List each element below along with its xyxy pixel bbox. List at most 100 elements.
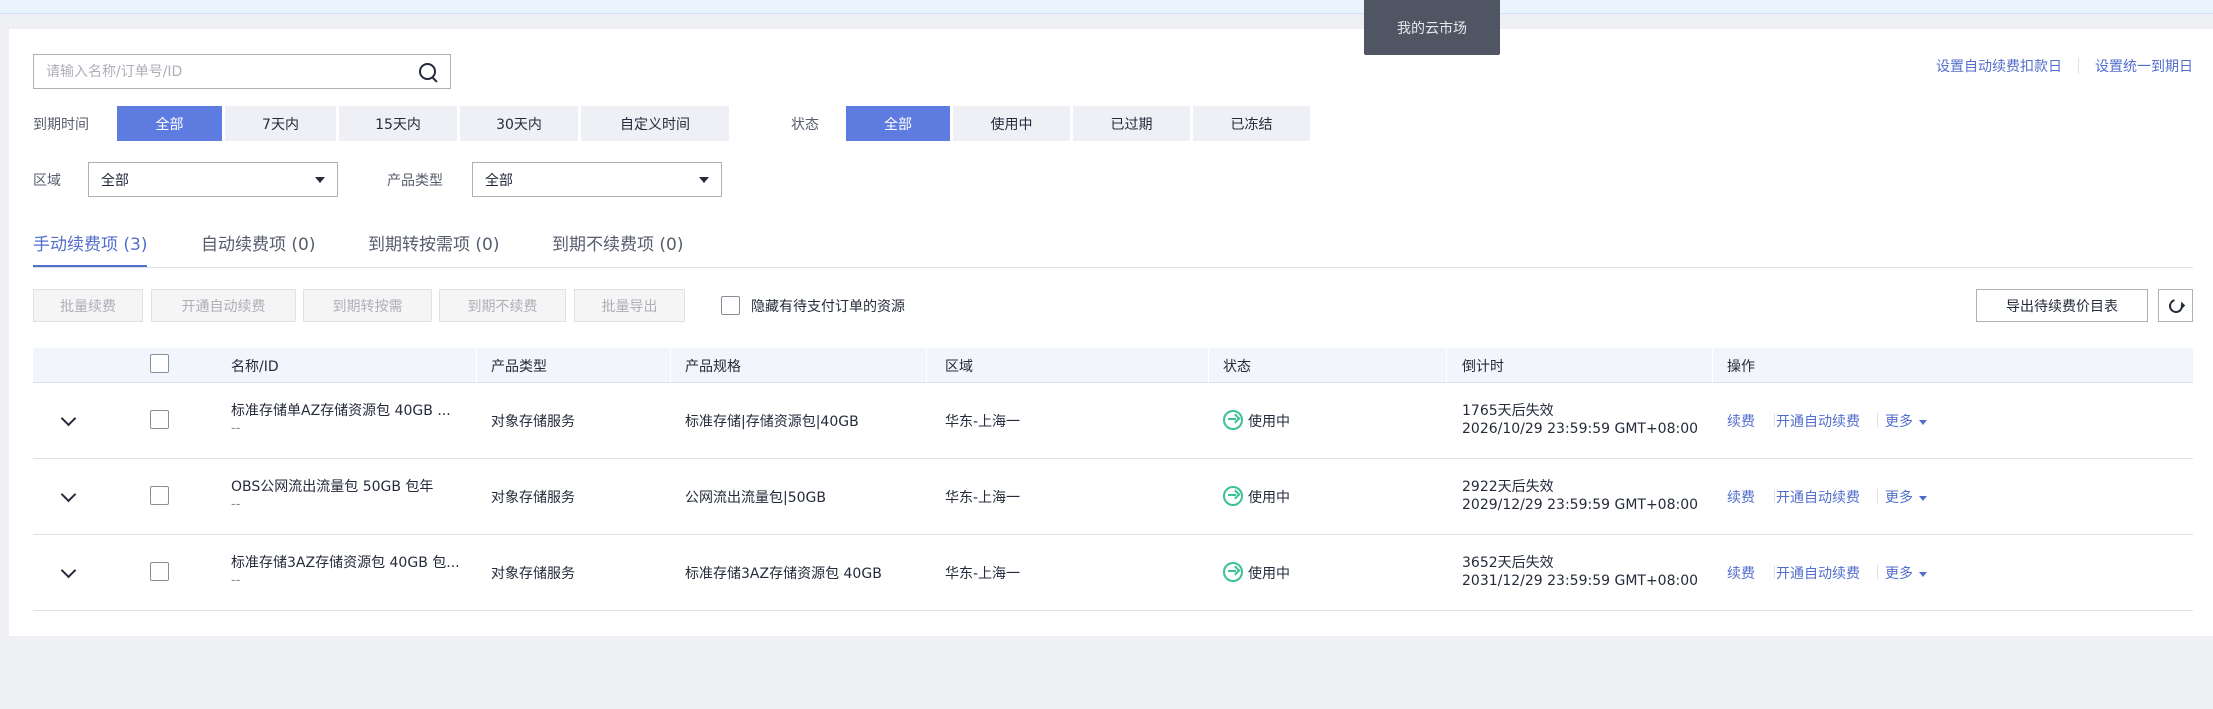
expand-chevron-icon[interactable] bbox=[60, 410, 77, 427]
more-dropdown[interactable]: 更多 bbox=[1885, 411, 1927, 431]
enable-auto-renew-button[interactable]: 开通自动续费 bbox=[151, 289, 296, 322]
expiry-filter: 全部 7天内 15天内 30天内 自定义时间 bbox=[117, 106, 732, 141]
renew-link[interactable]: 续费 bbox=[1727, 411, 1755, 431]
hide-pending-checkbox[interactable] bbox=[721, 296, 740, 315]
column-divider bbox=[1446, 348, 1447, 383]
expiry-time: 2026/10/29 23:59:59 GMT+08:00 bbox=[1462, 421, 1699, 437]
status-option-frozen[interactable]: 已冻结 bbox=[1193, 106, 1310, 141]
status-option-expired[interactable]: 已过期 bbox=[1073, 106, 1190, 141]
expiry-filter-label: 到期时间 bbox=[33, 117, 89, 133]
expiry-time: 2029/12/29 23:59:59 GMT+08:00 bbox=[1462, 497, 1699, 513]
search-box[interactable] bbox=[33, 54, 451, 89]
tab-manual-renew[interactable]: 手动续费项 (3) bbox=[33, 230, 148, 267]
region-select-value: 全部 bbox=[101, 172, 129, 189]
renew-link[interactable]: 续费 bbox=[1727, 487, 1755, 507]
status-check-icon bbox=[1223, 562, 1243, 582]
table-row: 标准存储3AZ存储资源包 40GB 包... -- 对象存储服务 标准存储3AZ… bbox=[33, 535, 2193, 611]
divider bbox=[1877, 489, 1878, 503]
select-all-checkbox[interactable] bbox=[150, 354, 169, 373]
product-spec: 公网流出流量包|50GB bbox=[685, 490, 826, 506]
resource-id: -- bbox=[231, 497, 241, 512]
renewal-tabs: 手动续费项 (3) 自动续费项 (0) 到期转按需项 (0) 到期不续费项 (0… bbox=[33, 226, 2193, 268]
refresh-button[interactable] bbox=[2158, 289, 2193, 322]
tab-auto-renew[interactable]: 自动续费项 (0) bbox=[201, 230, 315, 265]
set-unified-expiry-link[interactable]: 设置统一到期日 bbox=[2095, 56, 2193, 76]
search-icon[interactable] bbox=[418, 62, 438, 82]
export-price-list-button[interactable]: 导出待续费价目表 bbox=[1976, 289, 2148, 322]
tab-no-renew[interactable]: 到期不续费项 (0) bbox=[552, 230, 683, 265]
search-input[interactable] bbox=[46, 63, 418, 80]
chevron-down-icon bbox=[1919, 419, 1927, 425]
product-type-label: 产品类型 bbox=[387, 173, 443, 189]
expiry-time: 2031/12/29 23:59:59 GMT+08:00 bbox=[1462, 573, 1699, 589]
expiry-option-7days[interactable]: 7天内 bbox=[225, 106, 336, 141]
product-type-select[interactable]: 全部 bbox=[472, 162, 722, 197]
countdown: 3652天后失效 bbox=[1462, 555, 1554, 571]
refresh-icon bbox=[2165, 295, 2186, 316]
enable-auto-renew-link[interactable]: 开通自动续费 bbox=[1776, 411, 1860, 431]
status-text: 使用中 bbox=[1248, 414, 1290, 430]
resource-id: -- bbox=[231, 573, 241, 588]
batch-renew-button[interactable]: 批量续费 bbox=[33, 289, 143, 322]
expiry-option-all[interactable]: 全部 bbox=[117, 106, 222, 141]
chevron-down-icon bbox=[699, 176, 709, 183]
product-spec: 标准存储3AZ存储资源包 40GB bbox=[685, 566, 882, 582]
resource-id: -- bbox=[231, 421, 241, 436]
th-name-id: 名称/ID bbox=[231, 359, 279, 375]
status-text: 使用中 bbox=[1248, 566, 1290, 582]
more-dropdown[interactable]: 更多 bbox=[1885, 563, 1927, 583]
enable-auto-renew-link[interactable]: 开通自动续费 bbox=[1776, 487, 1860, 507]
region: 华东-上海一 bbox=[945, 490, 1021, 506]
divider bbox=[2078, 58, 2079, 74]
batch-export-button[interactable]: 批量导出 bbox=[574, 289, 685, 322]
expand-chevron-icon[interactable] bbox=[60, 486, 77, 503]
th-countdown: 倒计时 bbox=[1462, 359, 1504, 375]
resource-name: 标准存储3AZ存储资源包 40GB 包... bbox=[231, 555, 460, 571]
top-links: 设置自动续费扣款日 设置统一到期日 bbox=[1936, 56, 2193, 76]
region: 华东-上海一 bbox=[945, 414, 1021, 430]
resource-name: OBS公网流出流量包 50GB 包年 bbox=[231, 479, 434, 495]
status-option-all[interactable]: 全部 bbox=[846, 106, 950, 141]
tab-to-on-demand[interactable]: 到期转按需项 (0) bbox=[368, 230, 499, 265]
region: 华东-上海一 bbox=[945, 566, 1021, 582]
expiry-option-custom[interactable]: 自定义时间 bbox=[581, 106, 729, 141]
enable-auto-renew-link[interactable]: 开通自动续费 bbox=[1776, 563, 1860, 583]
region-label: 区域 bbox=[33, 173, 61, 189]
divider bbox=[1877, 413, 1878, 427]
column-divider bbox=[1712, 348, 1713, 383]
chevron-down-icon bbox=[1919, 571, 1927, 577]
row-checkbox[interactable] bbox=[150, 562, 169, 581]
no-renew-button[interactable]: 到期不续费 bbox=[439, 289, 566, 322]
chevron-down-icon bbox=[315, 176, 325, 183]
column-divider bbox=[926, 348, 927, 383]
more-label: 更多 bbox=[1885, 566, 1913, 582]
countdown: 1765天后失效 bbox=[1462, 403, 1554, 419]
th-region: 区域 bbox=[945, 359, 973, 375]
divider bbox=[1877, 565, 1878, 579]
to-on-demand-button[interactable]: 到期转按需 bbox=[303, 289, 432, 322]
status-option-in-use[interactable]: 使用中 bbox=[953, 106, 1070, 141]
region-select[interactable]: 全部 bbox=[88, 162, 338, 197]
row-checkbox[interactable] bbox=[150, 410, 169, 429]
countdown: 2922天后失效 bbox=[1462, 479, 1554, 495]
status-check-icon bbox=[1223, 486, 1243, 506]
expiry-option-15days[interactable]: 15天内 bbox=[339, 106, 457, 141]
product-type: 对象存储服务 bbox=[491, 566, 575, 582]
chevron-down-icon bbox=[1919, 495, 1927, 501]
renew-link[interactable]: 续费 bbox=[1727, 563, 1755, 583]
set-auto-renew-date-link[interactable]: 设置自动续费扣款日 bbox=[1936, 56, 2062, 76]
tooltip-my-marketplace: 我的云市场 bbox=[1364, 0, 1500, 55]
more-label: 更多 bbox=[1885, 490, 1913, 506]
more-dropdown[interactable]: 更多 bbox=[1885, 487, 1927, 507]
expand-chevron-icon[interactable] bbox=[60, 562, 77, 579]
row-checkbox[interactable] bbox=[150, 486, 169, 505]
status-check-icon bbox=[1223, 410, 1243, 430]
product-type: 对象存储服务 bbox=[491, 490, 575, 506]
status-text: 使用中 bbox=[1248, 490, 1290, 506]
hide-pending-label: 隐藏有待支付订单的资源 bbox=[751, 299, 905, 315]
column-divider bbox=[670, 348, 671, 383]
divider bbox=[1774, 413, 1775, 427]
product-spec: 标准存储|存储资源包|40GB bbox=[685, 414, 859, 430]
expiry-option-30days[interactable]: 30天内 bbox=[460, 106, 578, 141]
status-filter-label: 状态 bbox=[791, 117, 819, 133]
